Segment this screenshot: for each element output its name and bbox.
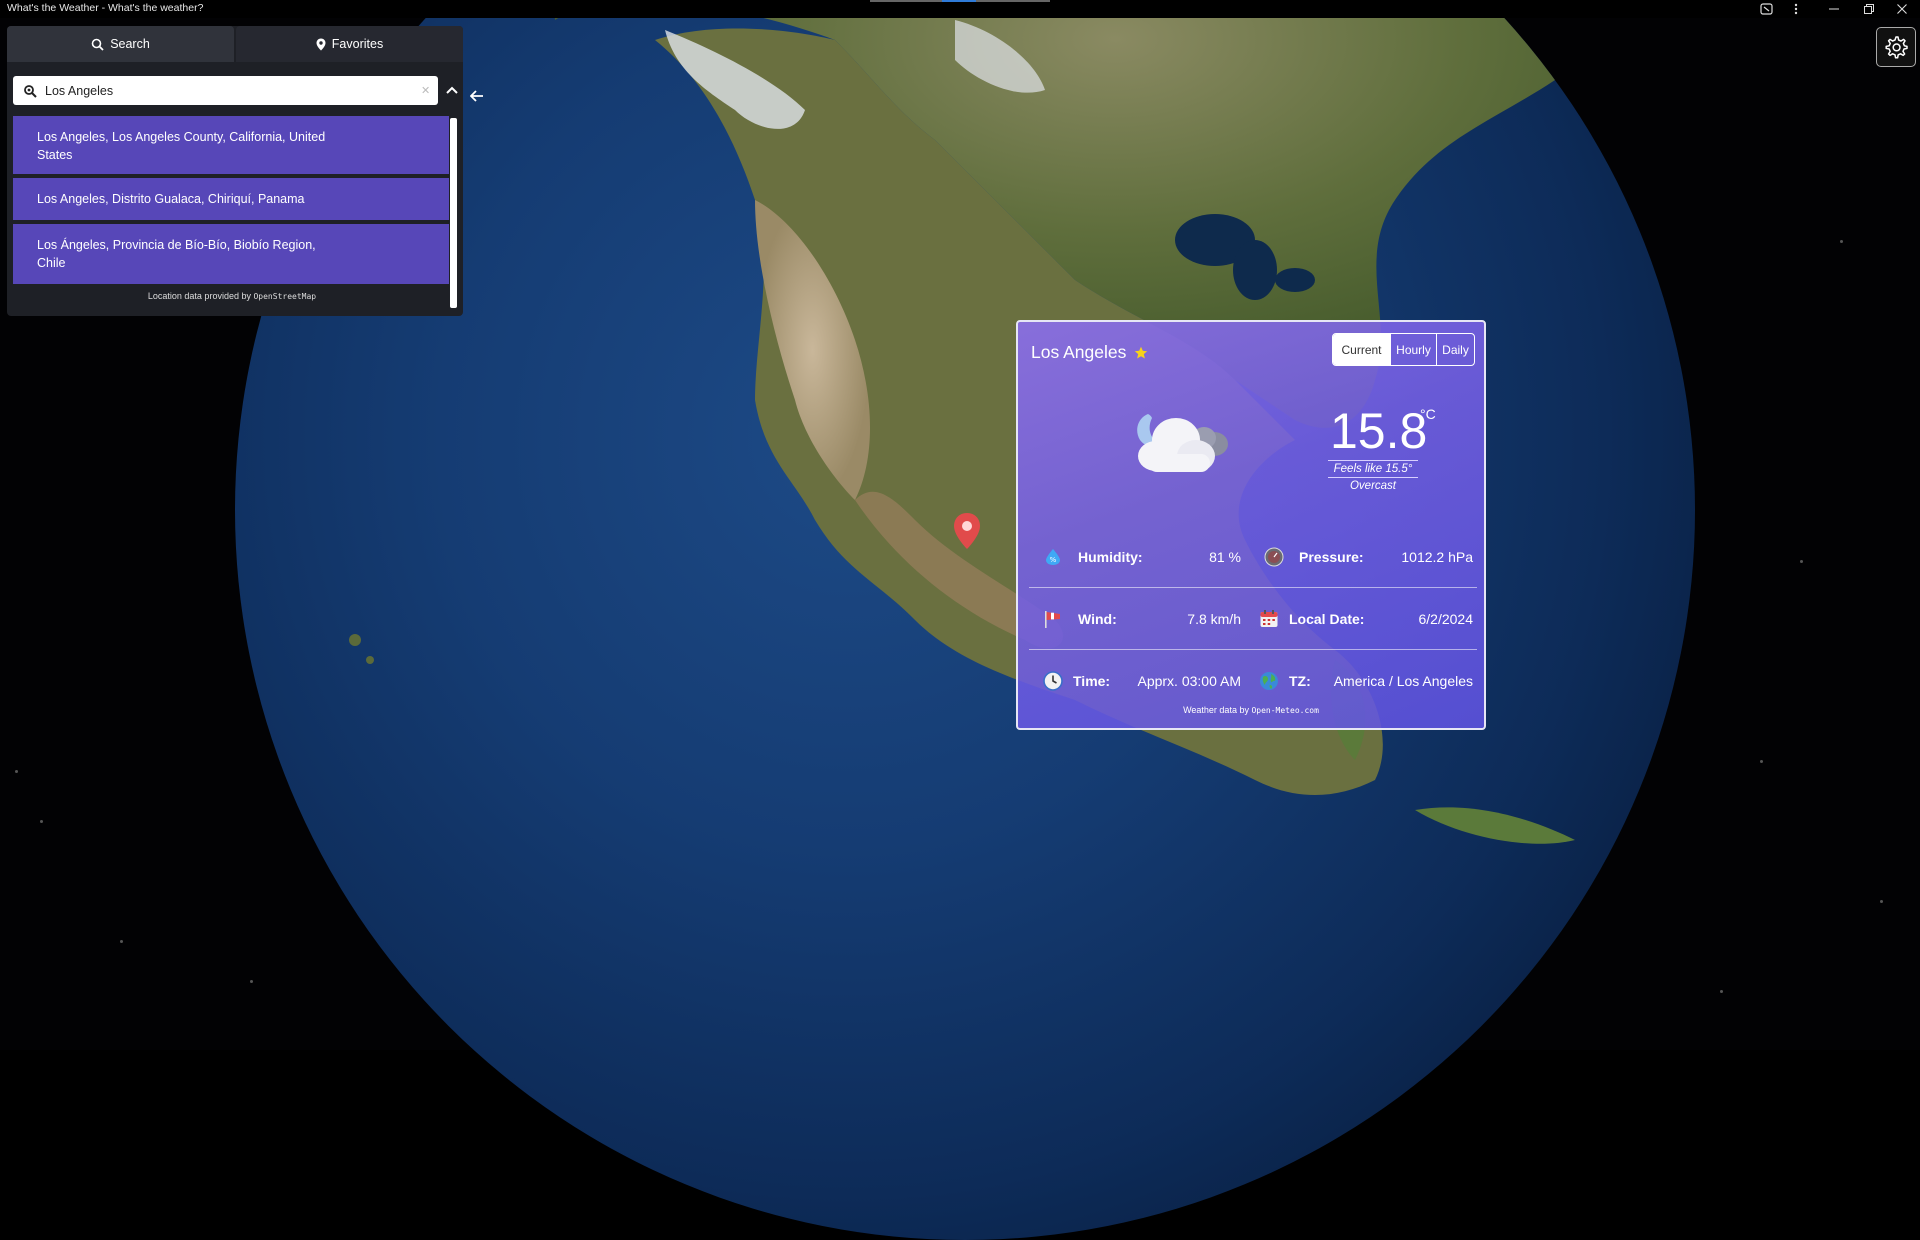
detail-row: Time: Apprx. 03:00 AM TZ: America / Los … [1029, 651, 1477, 711]
map-pin-icon [316, 38, 326, 50]
window-title: What's the Weather - What's the weather? [7, 2, 204, 14]
detail-row: % Humidity: 81 % Pressure: 1012.2 hPa [1029, 527, 1477, 588]
search-result-item[interactable]: Los Angeles, Distrito Gualaca, Chiriquí,… [13, 178, 449, 220]
temperature-unit: °C [1420, 406, 1436, 422]
time-label: Time: [1073, 673, 1111, 689]
more-options-icon[interactable] [1782, 0, 1810, 18]
title-tab-indicator-active [942, 0, 976, 2]
city-header: Los Angeles [1031, 342, 1148, 363]
star [120, 940, 123, 943]
openstreetmap-link[interactable]: OpenStreetMap [253, 292, 316, 301]
cloudy-night-icon [1137, 414, 1228, 472]
humidity-item: % Humidity: [1043, 527, 1143, 587]
pressure-label: Pressure: [1299, 549, 1364, 565]
wind-item: Wind: [1043, 589, 1117, 649]
search-icon [91, 38, 104, 51]
windsock-icon [1043, 609, 1063, 629]
tab-search-label: Search [110, 37, 150, 51]
settings-button[interactable] [1876, 27, 1916, 67]
clock-icon [1043, 671, 1063, 691]
search-panel: Search Favorites ✕ Los Angeles, Los Ange… [7, 26, 463, 316]
wind-value: 7.8 km/h [1187, 611, 1241, 627]
title-tab-indicator [976, 0, 1050, 2]
star [1800, 560, 1803, 563]
tab-hourly[interactable]: Hourly [1390, 334, 1436, 365]
tab-favorites-label: Favorites [331, 37, 384, 51]
collapse-panel-button[interactable] [466, 85, 488, 107]
tz-value: America / Los Angeles [1333, 673, 1473, 689]
star [1840, 240, 1843, 243]
favorite-star-icon[interactable] [1134, 346, 1148, 360]
search-results-list: Los Angeles, Los Angeles County, Califor… [13, 116, 449, 288]
tab-daily[interactable]: Daily [1436, 334, 1474, 365]
humidity-value: 81 % [1209, 549, 1241, 565]
search-input[interactable] [43, 82, 417, 99]
tz-label: TZ: [1289, 673, 1311, 689]
collapse-results-button[interactable] [444, 78, 460, 102]
star [15, 770, 18, 773]
local-date-item: Local Date: [1259, 589, 1364, 649]
results-scrollbar[interactable] [450, 118, 457, 308]
humidity-label: Humidity: [1078, 549, 1143, 565]
close-button[interactable] [1888, 0, 1916, 18]
search-result-label: Los Ángeles, Provincia de Bío-Bío, Biobí… [37, 238, 316, 270]
temperature-value: 15.8 [1330, 403, 1428, 459]
view-toggle: Current Hourly Daily [1332, 333, 1475, 366]
star [1880, 900, 1883, 903]
feels-like: Feels like 15.5° [1328, 460, 1418, 478]
weather-credit: Weather data by Open-Meteo.com [1018, 705, 1484, 715]
search-box: ✕ [13, 76, 438, 105]
arrow-left-icon [470, 90, 483, 102]
chevron-up-icon [446, 86, 458, 94]
star [1720, 990, 1723, 993]
pressure-value: 1012.2 hPa [1401, 549, 1473, 565]
tz-item: TZ: [1259, 651, 1311, 711]
panel-tabs: Search Favorites [7, 26, 463, 62]
barometer-icon [1264, 547, 1284, 567]
tab-current[interactable]: Current [1333, 334, 1390, 365]
tab-search[interactable]: Search [7, 26, 234, 62]
detail-row: Wind: 7.8 km/h Local Date: 6/2/2024 [1029, 589, 1477, 650]
restore-app-icon[interactable] [1752, 0, 1780, 18]
time-item: Time: [1043, 651, 1110, 711]
local-date-label: Local Date: [1289, 611, 1365, 627]
time-value: Apprx. 03:00 AM [1137, 673, 1241, 689]
minimize-button[interactable] [1820, 0, 1848, 18]
maximize-button[interactable] [1855, 0, 1883, 18]
local-date-value: 6/2/2024 [1418, 611, 1474, 627]
pressure-item: Pressure: [1264, 527, 1364, 587]
open-meteo-link[interactable]: Open-Meteo.com [1251, 706, 1318, 715]
location-credit-text: Location data provided by [147, 291, 251, 301]
weather-credit-text: Weather data by [1183, 705, 1249, 715]
city-name: Los Angeles [1031, 342, 1127, 362]
weather-card: Los Angeles Current Hourly Daily 15.8 °C… [1016, 320, 1486, 730]
calendar-icon [1259, 609, 1279, 629]
star [1760, 760, 1763, 763]
globe-icon [1259, 671, 1279, 691]
star [40, 820, 43, 823]
tab-favorites[interactable]: Favorites [236, 26, 463, 62]
search-icon [24, 84, 37, 98]
clear-search-icon[interactable]: ✕ [421, 84, 430, 97]
search-result-label: Los Angeles, Los Angeles County, Califor… [37, 130, 326, 162]
search-result-item[interactable]: Los Ángeles, Provincia de Bío-Bío, Biobí… [13, 224, 449, 284]
svg-text:%: % [1050, 556, 1057, 564]
window-title-bar: What's the Weather - What's the weather? [0, 0, 1920, 18]
title-tab-indicator [870, 0, 942, 2]
location-pin-icon[interactable] [953, 512, 981, 550]
humidity-icon: % [1043, 547, 1063, 567]
search-result-item[interactable]: Los Angeles, Los Angeles County, Califor… [13, 116, 449, 174]
location-credit: Location data provided by OpenStreetMap [7, 291, 457, 301]
weather-condition: Overcast [1349, 480, 1396, 492]
search-result-label: Los Angeles, Distrito Gualaca, Chiriquí,… [37, 192, 305, 206]
wind-label: Wind: [1078, 611, 1117, 627]
gear-icon [1885, 36, 1908, 59]
